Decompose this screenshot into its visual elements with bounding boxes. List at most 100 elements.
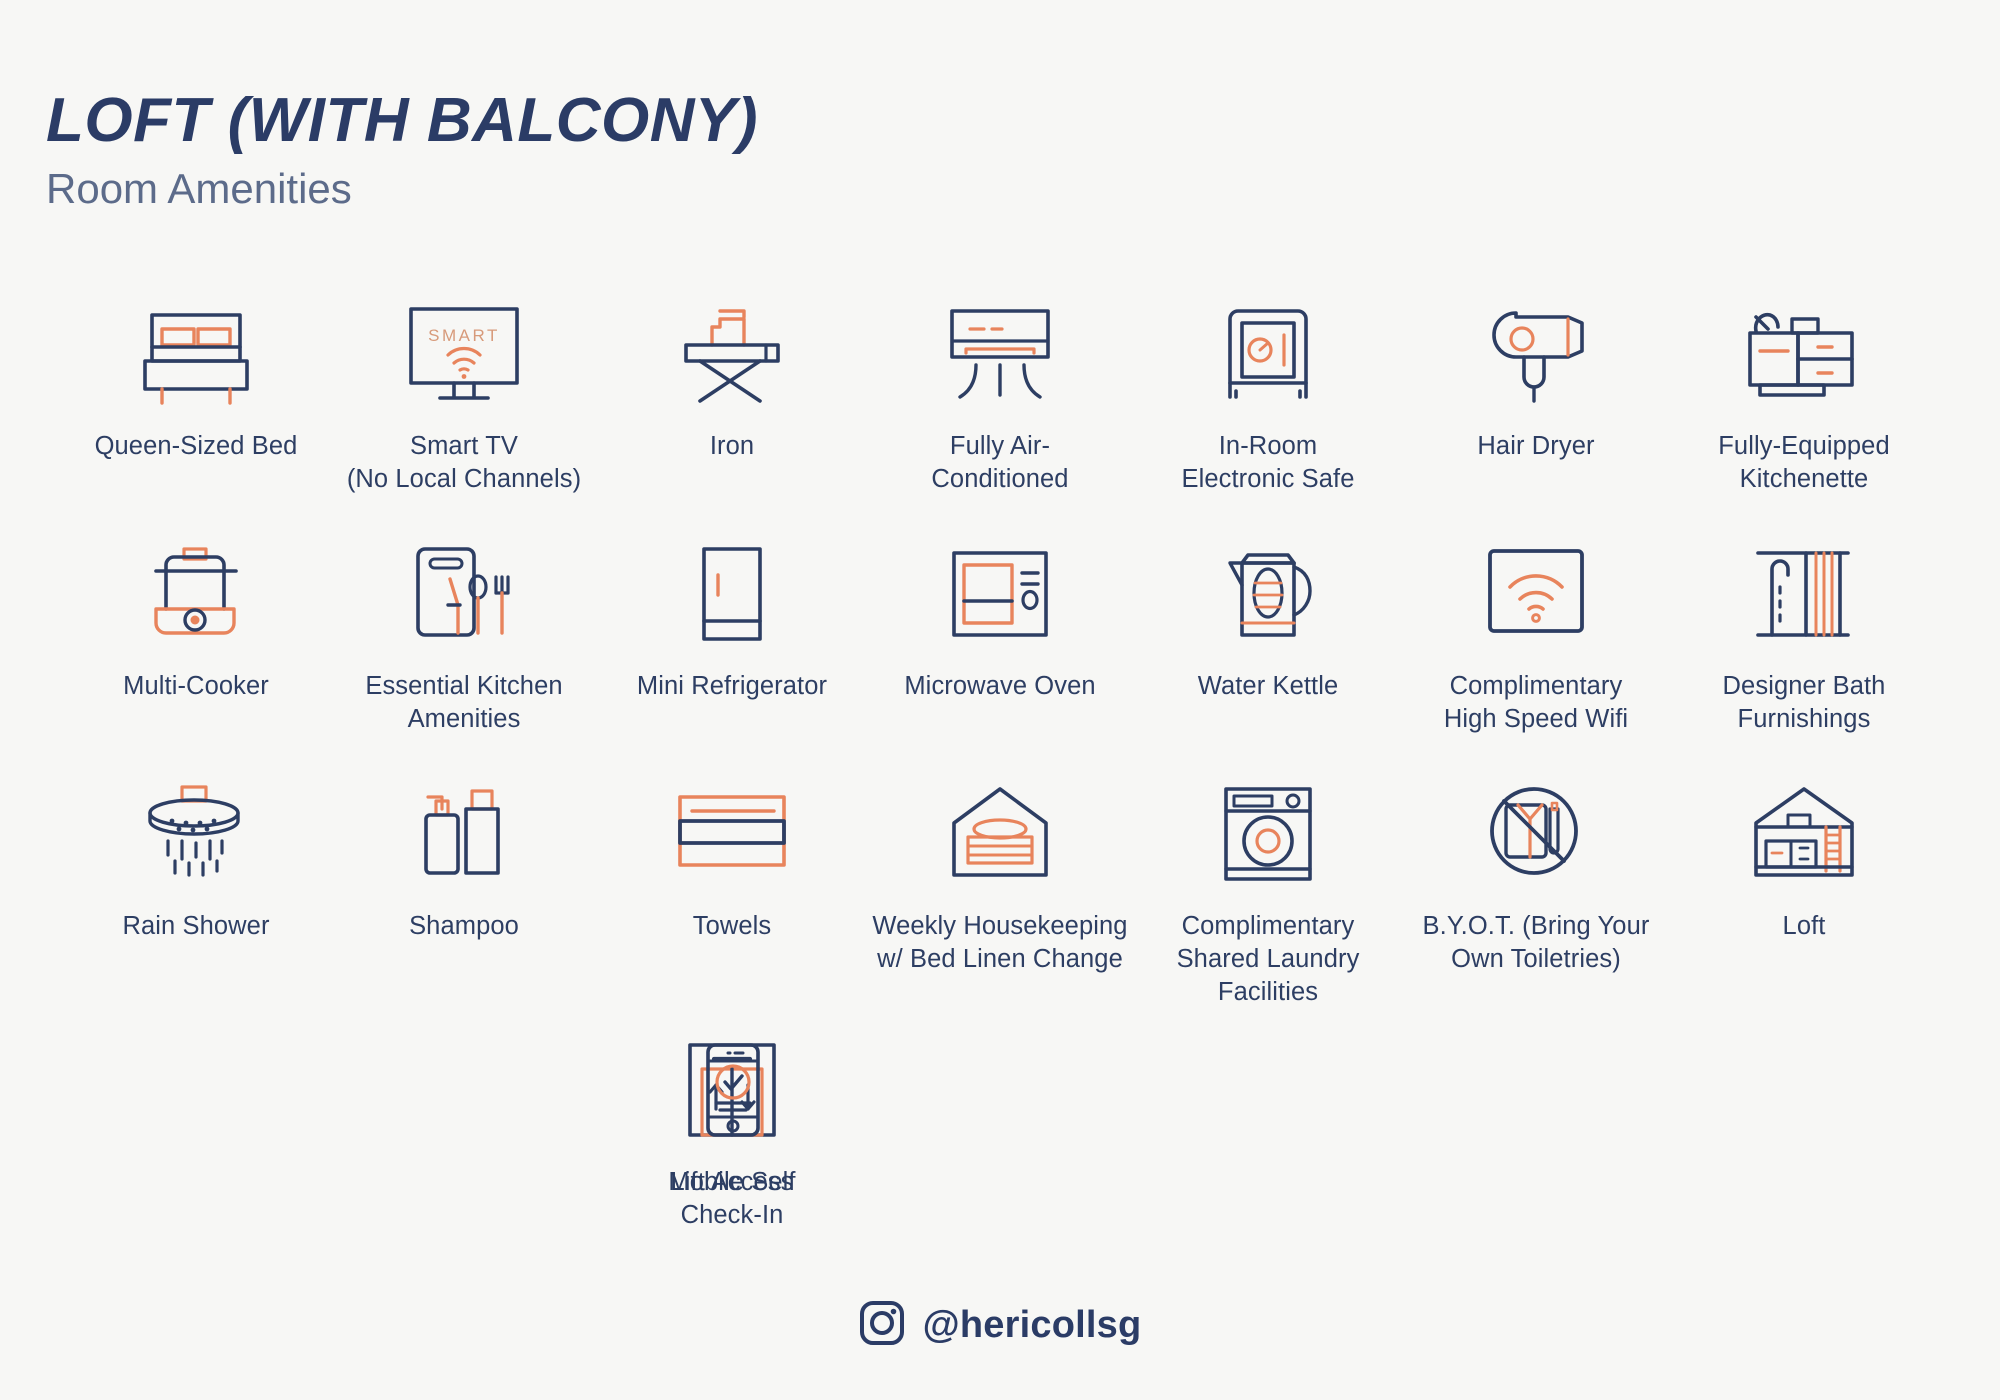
page-title: LOFT (WITH BALCONY): [46, 86, 759, 155]
no-toiletries-icon: [1480, 776, 1592, 894]
amenity-shampoo: Shampoo: [330, 776, 598, 943]
amenity-label-line2: Conditioned: [931, 465, 1069, 493]
amenity-wifi: Complimentary High Speed Wifi: [1402, 536, 1670, 736]
rain-shower-icon: [136, 776, 256, 894]
amenity-label-line2: Check-In: [680, 1201, 784, 1229]
amenity-label: Shampoo: [409, 912, 519, 940]
shampoo-bottles-icon: [410, 776, 518, 894]
amenity-label-line1: B.Y.O.T. (Bring Your: [1422, 912, 1650, 940]
amenity-label-line1: In-Room: [1218, 432, 1318, 460]
amenity-electronic-safe: In-Room Electronic Safe: [1134, 296, 1402, 496]
amenity-label: Multi-Cooker: [123, 672, 269, 700]
amenity-label-line1: Complimentary: [1449, 672, 1623, 700]
amenity-smart-tv: SMART Smart TV (No Local Channels): [330, 296, 598, 496]
amenity-byot: B.Y.O.T. (Bring Your Own Toiletries): [1402, 776, 1670, 976]
amenity-label: Designer Bath Furnishings: [1723, 670, 1886, 736]
amenity-label: Fully-Equipped Kitchenette: [1718, 430, 1890, 496]
amenity-label-line1: Weekly Housekeeping: [872, 912, 1128, 940]
amenity-iron: Iron: [598, 296, 866, 463]
safe-icon: [1218, 296, 1318, 414]
instagram-handle: @hericollsg: [922, 1304, 1142, 1346]
amenity-label: Towels: [692, 912, 772, 940]
amenity-label: Iron: [709, 432, 755, 460]
multi-cooker-icon: [140, 536, 252, 654]
air-conditioner-icon: [940, 296, 1060, 414]
iron-icon: [674, 296, 790, 414]
refrigerator-icon: [682, 536, 782, 654]
amenity-label: Rain Shower: [122, 912, 270, 940]
amenity-label: B.Y.O.T. (Bring Your Own Toiletries): [1423, 910, 1650, 976]
svg-text:SMART: SMART: [428, 326, 500, 345]
amenity-multi-cooker: Multi-Cooker: [62, 536, 330, 703]
amenity-label: Mini Refrigerator: [636, 672, 828, 700]
amenities-row: Lift Access Mobile Self Check-In: [0, 1032, 2000, 1232]
amenity-towels: Towels: [598, 776, 866, 943]
smart-tv-icon: SMART: [402, 296, 526, 414]
amenity-label: Queen-Sized Bed: [94, 432, 298, 460]
amenity-label-line2: Electronic Safe: [1181, 465, 1355, 493]
amenity-label-line1: Mobile Self: [668, 1168, 796, 1196]
amenity-label-line1: Fully-Equipped: [1718, 432, 1890, 460]
amenity-kitchen-amenities: Essential Kitchen Amenities: [330, 536, 598, 736]
wifi-icon: [1480, 536, 1592, 654]
amenity-label-line2: (No Local Channels): [346, 465, 582, 493]
amenities-row: Queen-Sized Bed SMART Smart TV (No Local…: [0, 296, 2000, 536]
amenities-page: LOFT (WITH BALCONY) Room Amenities Queen…: [0, 0, 2000, 1400]
page-header: LOFT (WITH BALCONY) Room Amenities: [46, 88, 758, 211]
amenity-label-line2: Own Toiletries): [1451, 945, 1621, 973]
washing-machine-icon: [1216, 776, 1320, 894]
amenities-row: Rain Shower Shampoo Towels Weekly Housek…: [0, 776, 2000, 1016]
amenity-label: Water Kettle: [1197, 672, 1339, 700]
bed-icon: [136, 296, 256, 414]
amenity-label-line1: Complimentary: [1181, 912, 1355, 940]
amenity-label: Hair Dryer: [1477, 432, 1595, 460]
amenity-label: Fully Air- Conditioned: [931, 430, 1068, 496]
amenity-label-line1: Essential Kitchen: [365, 672, 563, 700]
amenity-label: Complimentary High Speed Wifi: [1444, 670, 1628, 736]
kettle-icon: [1214, 536, 1322, 654]
amenities-grid: Queen-Sized Bed SMART Smart TV (No Local…: [0, 296, 2000, 1232]
towels-icon: [670, 776, 794, 894]
amenity-label: Weekly Housekeeping w/ Bed Linen Change: [872, 910, 1127, 976]
hair-dryer-icon: [1480, 296, 1592, 414]
amenity-label: Smart TV (No Local Channels): [347, 430, 581, 496]
kitchen-utensils-icon: [408, 536, 520, 654]
amenity-shared-laundry: Complimentary Shared Laundry Facilities: [1134, 776, 1402, 1009]
amenity-label-line2: Kitchenette: [1739, 465, 1869, 493]
amenity-housekeeping: Weekly Housekeeping w/ Bed Linen Change: [866, 776, 1134, 976]
loft-house-icon: [1748, 776, 1860, 894]
amenity-label-line3: Facilities: [1217, 978, 1319, 1006]
amenity-label: Essential Kitchen Amenities: [365, 670, 562, 736]
amenity-hair-dryer: Hair Dryer: [1402, 296, 1670, 463]
amenity-label-line1: Designer Bath: [1722, 672, 1886, 700]
amenity-mobile-checkin: Mobile Self Check-In: [598, 1032, 866, 1232]
kitchenette-icon: [1738, 296, 1870, 414]
amenity-label: Loft: [1782, 912, 1826, 940]
amenity-label-line1: Fully Air-: [949, 432, 1051, 460]
instagram-icon: [859, 1300, 905, 1351]
amenity-label-line1: Smart TV: [409, 432, 518, 460]
amenity-bath-furnishings: Designer Bath Furnishings: [1670, 536, 1938, 736]
amenity-label-line2: Furnishings: [1737, 705, 1871, 733]
amenity-rain-shower: Rain Shower: [62, 776, 330, 943]
amenity-kitchenette: Fully-Equipped Kitchenette: [1670, 296, 1938, 496]
amenity-water-kettle: Water Kettle: [1134, 536, 1402, 703]
mobile-checkin-icon: [688, 1032, 776, 1150]
page-subtitle: Room Amenities: [46, 165, 352, 213]
shower-curtain-icon: [1748, 536, 1860, 654]
amenity-microwave-oven: Microwave Oven: [866, 536, 1134, 703]
amenity-label: In-Room Electronic Safe: [1181, 430, 1354, 496]
amenity-air-conditioned: Fully Air- Conditioned: [866, 296, 1134, 496]
amenity-label-line2: w/ Bed Linen Change: [877, 945, 1123, 973]
amenity-queen-sized-bed: Queen-Sized Bed: [62, 296, 330, 463]
amenity-label-line2: Amenities: [407, 705, 521, 733]
amenity-label: Mobile Self Check-In: [668, 1166, 795, 1232]
amenities-row: Multi-Cooker Essential Kitchen Amenities…: [0, 536, 2000, 776]
instagram-footer[interactable]: @hericollsg: [0, 1300, 2000, 1351]
housekeeping-linen-icon: [944, 776, 1056, 894]
amenity-loft: Loft: [1670, 776, 1938, 943]
amenity-label: Microwave Oven: [904, 672, 1096, 700]
amenity-label-line2: Shared Laundry: [1176, 945, 1360, 973]
amenity-mini-refrigerator: Mini Refrigerator: [598, 536, 866, 703]
amenity-label-line2: High Speed Wifi: [1443, 705, 1629, 733]
